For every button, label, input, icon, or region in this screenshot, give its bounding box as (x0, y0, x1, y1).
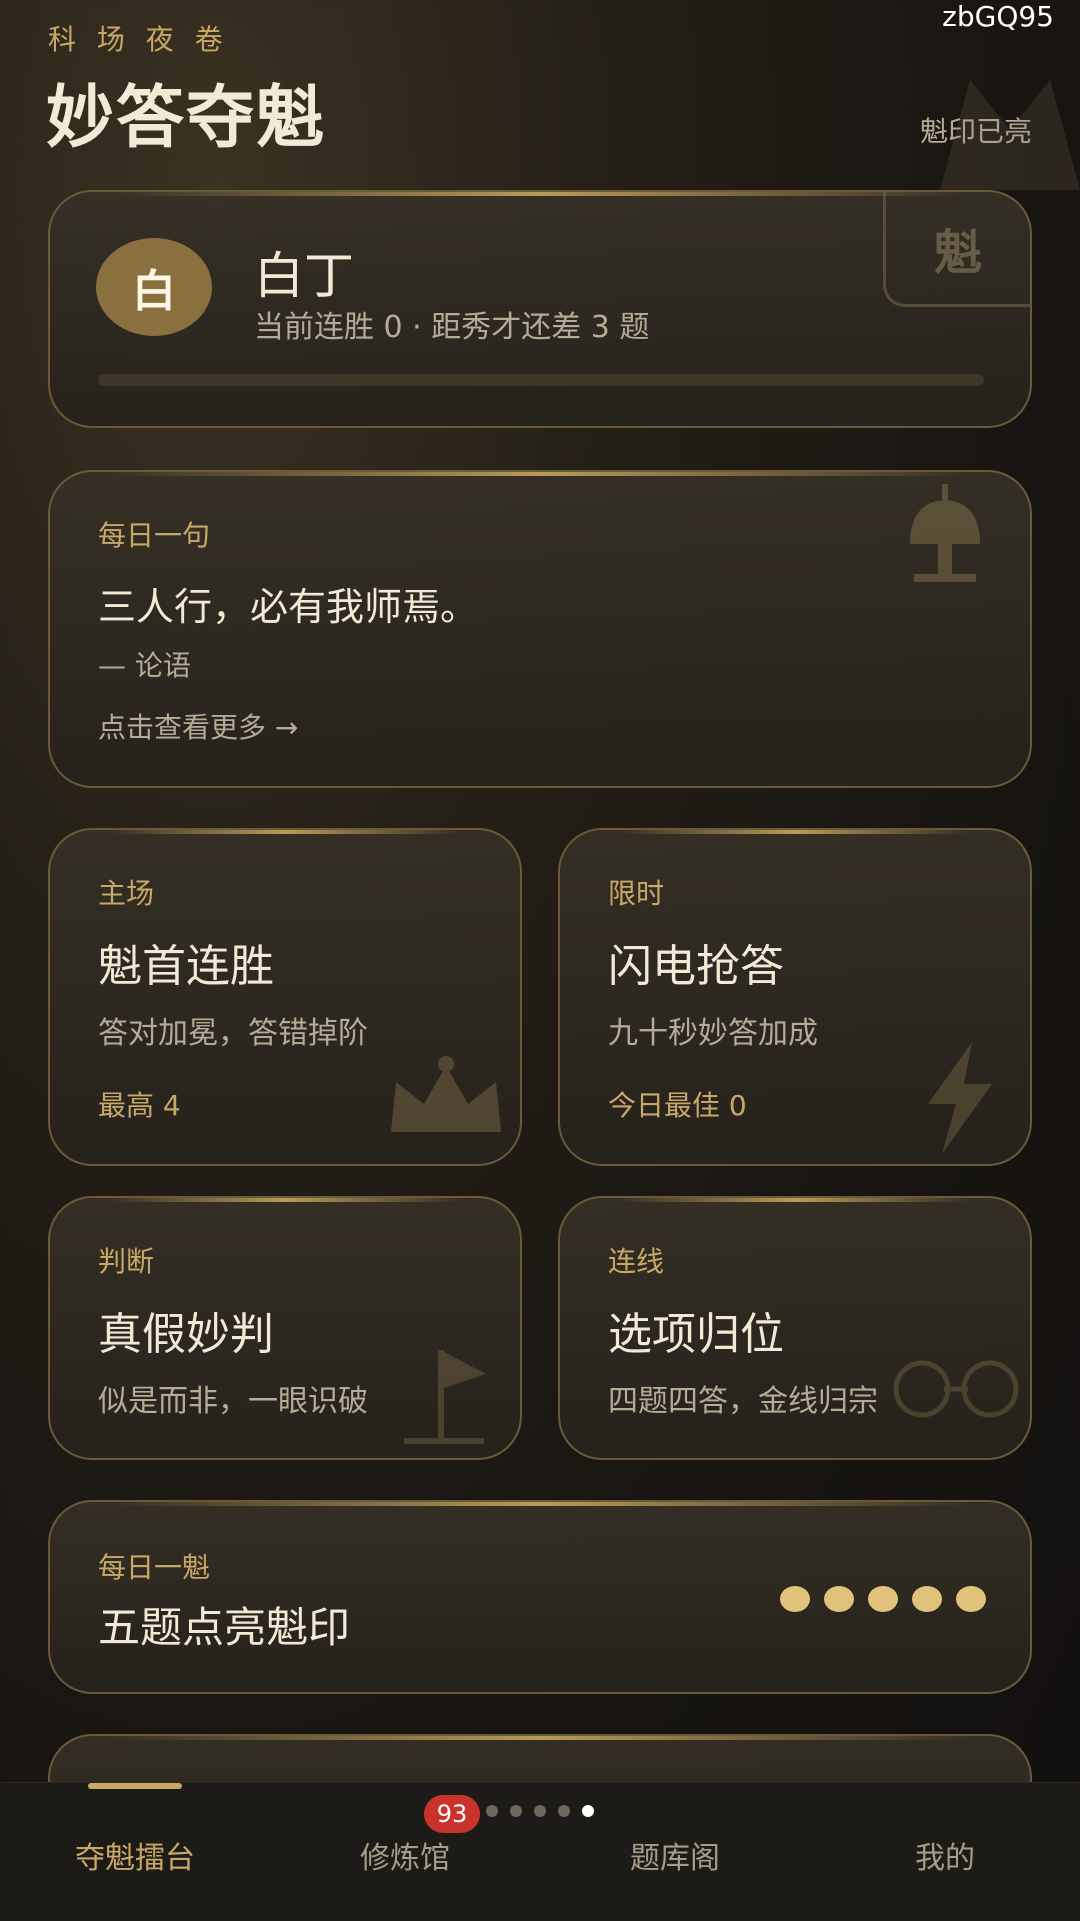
nav-item-arena[interactable]: 夺魁擂台 (0, 1833, 270, 1877)
page-dot (534, 1805, 546, 1817)
mode-title: 选项归位 (608, 1309, 784, 1360)
nav-item-profile[interactable]: 我的 (810, 1833, 1080, 1877)
seal-stamp-icon: 魁 (883, 192, 1030, 307)
header-subtitle: 科 场 夜 卷 (48, 23, 229, 56)
nav-label: 我的 (915, 1841, 975, 1876)
nav-label: 夺魁擂台 (75, 1841, 195, 1876)
daily-dot (780, 1586, 810, 1612)
avatar[interactable]: 白 (96, 238, 212, 336)
mode-desc: 答对加冕，答错掉阶 (98, 1016, 368, 1051)
quote-label: 每日一句 (98, 519, 211, 552)
header-cat-deco-icon (940, 80, 1080, 190)
mode-tag: 限时 (608, 877, 665, 910)
daily-title: 五题点亮魁印 (98, 1603, 351, 1652)
bottom-nav: 93 夺魁擂台 修炼馆 题库阁 我的 (0, 1782, 1080, 1921)
lamp-icon (910, 484, 980, 582)
quote-more-link[interactable]: 点击查看更多 → (98, 706, 298, 746)
watermark-text: zbGQ95 (942, 0, 1054, 33)
nav-item-question-bank[interactable]: 题库阁 (540, 1833, 810, 1877)
mode-title: 闪电抢答 (608, 941, 784, 992)
daily-quote-card[interactable]: 每日一句 三人行，必有我师焉。 — 论语 点击查看更多 → (48, 470, 1032, 788)
mode-tag: 连线 (608, 1245, 665, 1278)
profile-card[interactable]: 白 白丁 当前连胜 0 · 距秀才还差 3 题 魁 (48, 190, 1032, 428)
daily-challenge-card[interactable]: 每日一魁 五题点亮魁印 (48, 1500, 1032, 1694)
nav-active-indicator (88, 1783, 182, 1789)
page-dot (510, 1805, 522, 1817)
notification-count: 93 (436, 1800, 468, 1828)
quote-text: 三人行，必有我师焉。 (98, 585, 479, 629)
mode-desc: 九十秒妙答加成 (608, 1016, 818, 1051)
mode-tag: 判断 (98, 1245, 155, 1278)
rank-progress-track (98, 374, 984, 386)
mode-title: 真假妙判 (98, 1309, 274, 1360)
daily-progress-dots (780, 1586, 986, 1612)
page-indicator-dots (486, 1805, 594, 1817)
mode-desc: 四题四答，金线归宗 (608, 1384, 878, 1419)
nav-label: 题库阁 (630, 1841, 720, 1876)
avatar-char: 白 (132, 266, 176, 317)
mode-stat: 最高 4 (98, 1089, 181, 1122)
mode-title: 魁首连胜 (98, 941, 274, 992)
mode-card-truefalse[interactable]: 判断 真假妙判 似是而非，一眼识破 (48, 1196, 522, 1460)
mode-card-matching[interactable]: 连线 选项归位 四题四答，金线归宗 (558, 1196, 1032, 1460)
daily-label: 每日一魁 (98, 1551, 211, 1584)
mode-desc: 似是而非，一眼识破 (98, 1384, 368, 1419)
crown-icon (391, 1056, 501, 1132)
mode-card-lightning[interactable]: 限时 闪电抢答 九十秒妙答加成 今日最佳 0 (558, 828, 1032, 1166)
notification-badge: 93 (424, 1795, 480, 1833)
daily-dot (824, 1586, 854, 1612)
nav-item-training[interactable]: 修炼馆 (270, 1833, 540, 1877)
daily-dot (868, 1586, 898, 1612)
page-dot (582, 1805, 594, 1817)
lightning-icon (928, 1042, 992, 1154)
daily-dot (912, 1586, 942, 1612)
page-dot (486, 1805, 498, 1817)
mode-tag: 主场 (98, 877, 155, 910)
seal-stamp-char: 魁 (933, 225, 982, 281)
streak-status: 当前连胜 0 · 距秀才还差 3 题 (254, 310, 650, 345)
page-dot (558, 1805, 570, 1817)
page-title: 妙答夺魁 (46, 79, 327, 158)
rank-title: 白丁 (254, 247, 354, 305)
flag-icon (404, 1350, 486, 1444)
mode-card-streak[interactable]: 主场 魁首连胜 答对加冕，答错掉阶 最高 4 (48, 828, 522, 1166)
daily-dot (956, 1586, 986, 1612)
mode-stat: 今日最佳 0 (608, 1089, 747, 1122)
quote-source: — 论语 (98, 649, 191, 682)
nav-label: 修炼馆 (360, 1841, 450, 1876)
link-rings-icon (893, 1360, 1019, 1418)
